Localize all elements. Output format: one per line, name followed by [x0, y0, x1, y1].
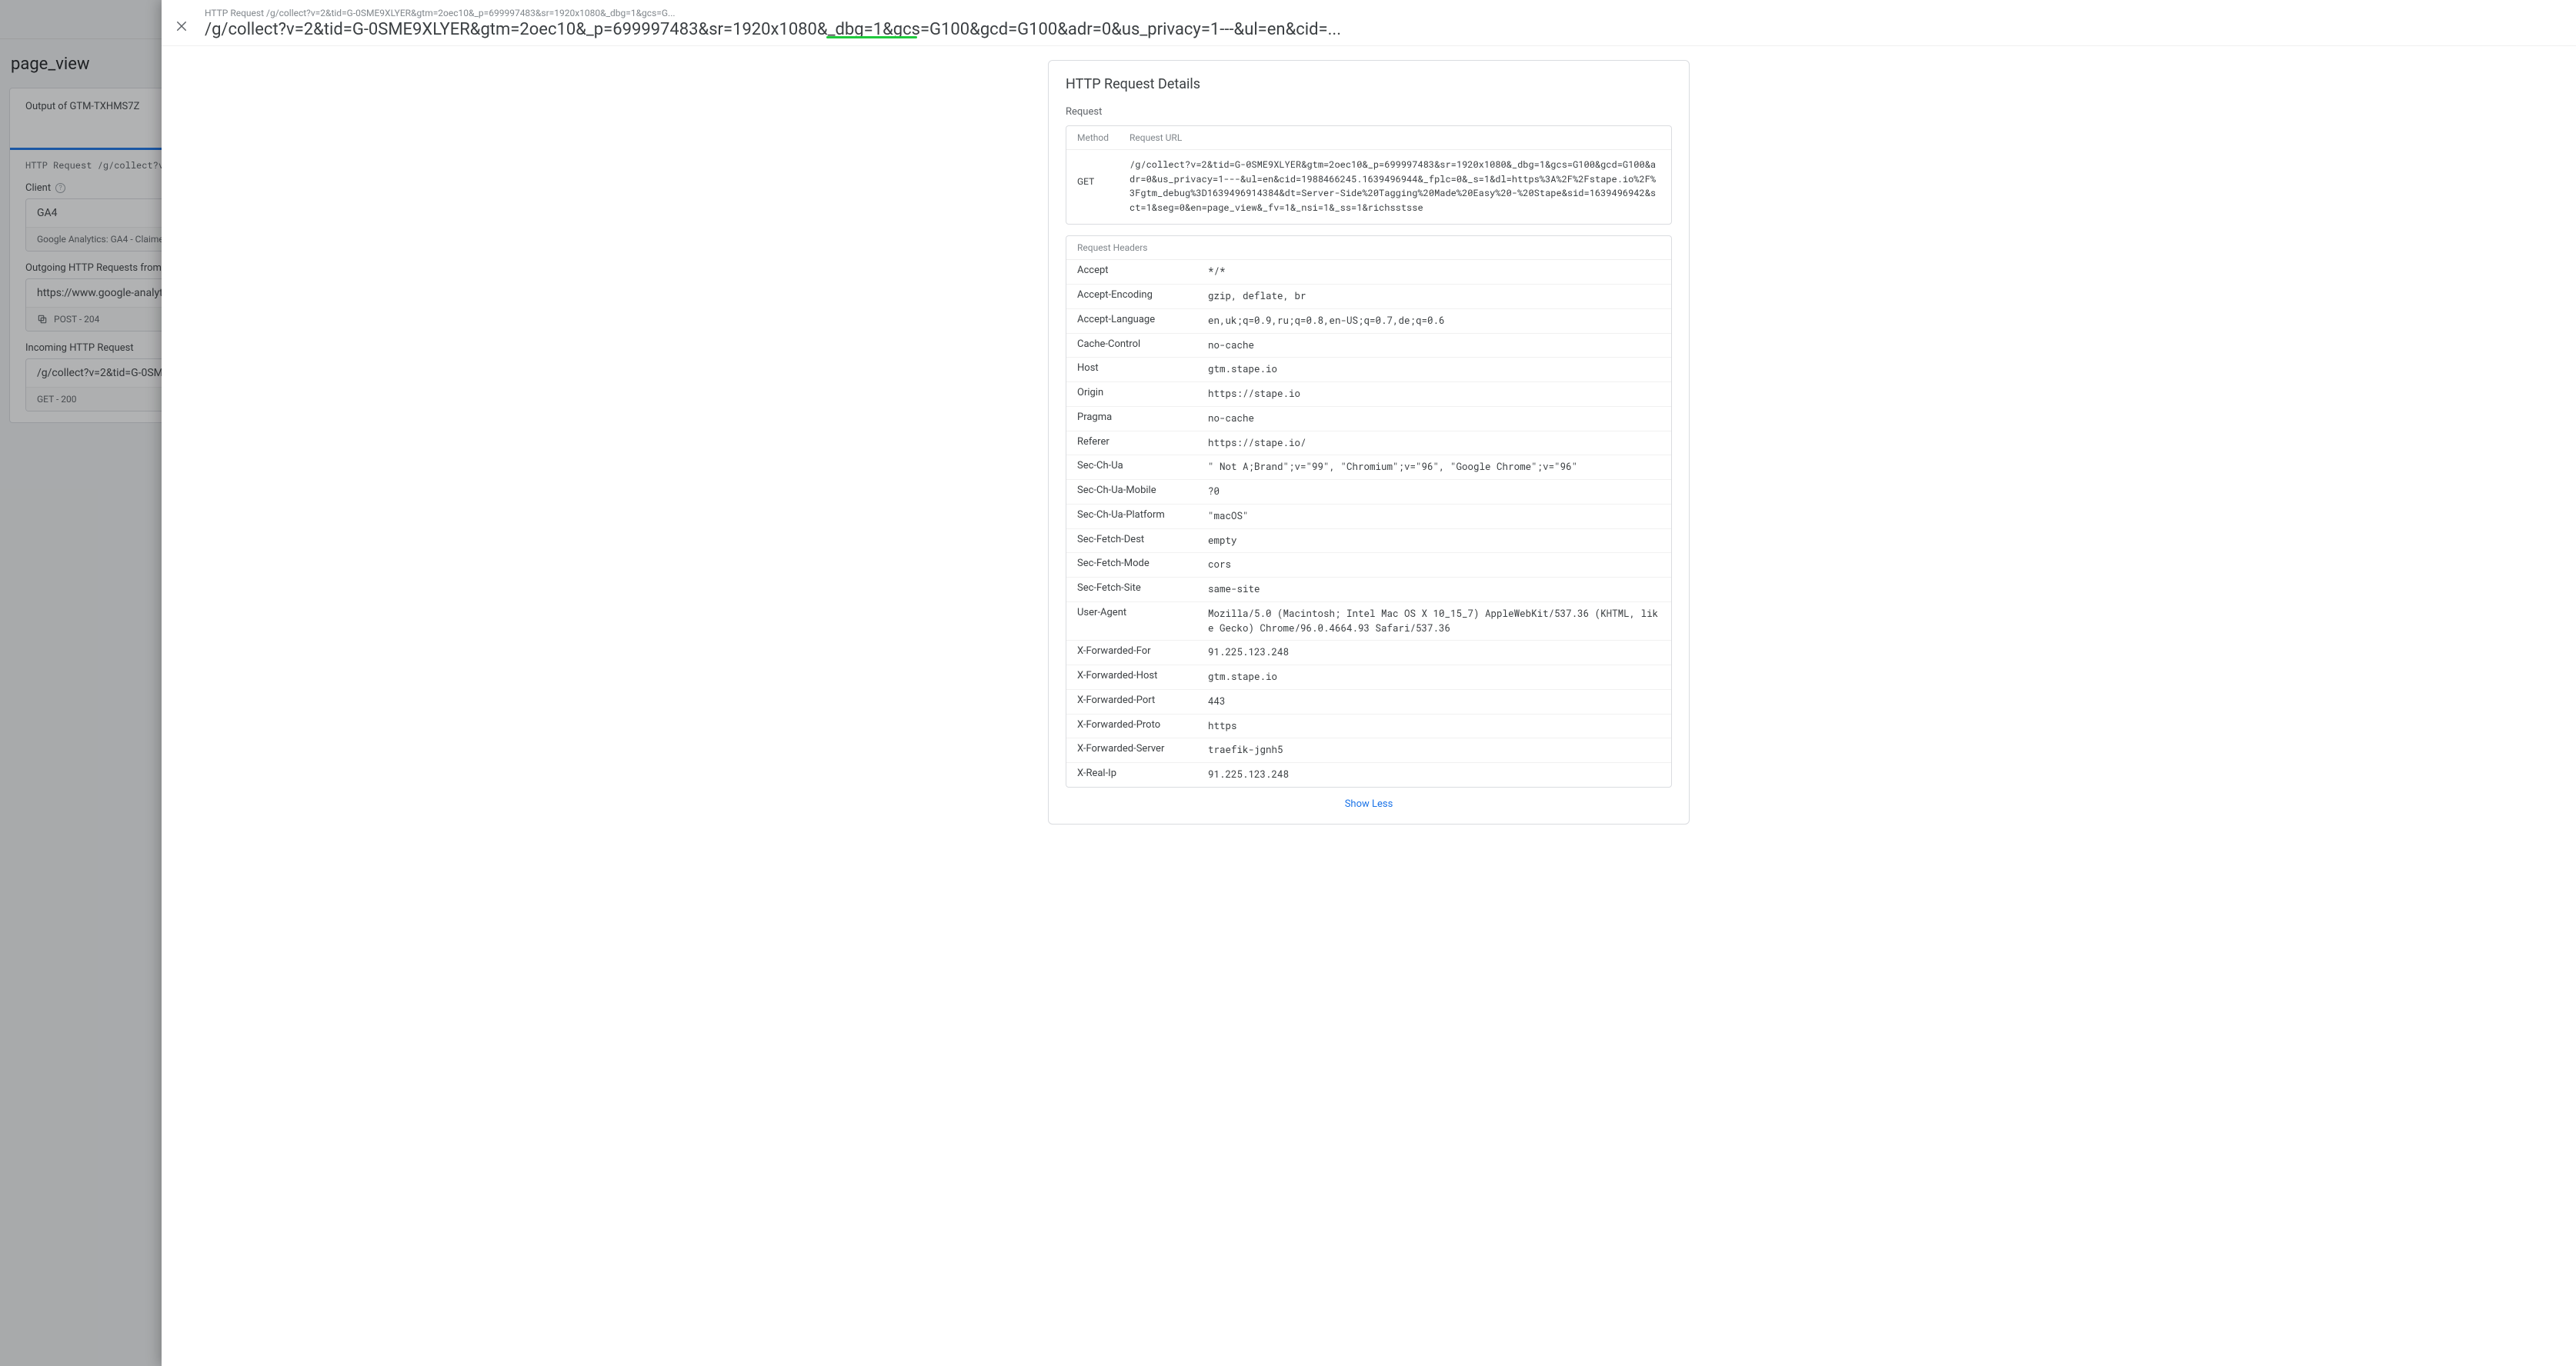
header-row: Accept*/* [1066, 260, 1671, 284]
header-key: Origin [1077, 387, 1208, 398]
header-value: Mozilla/5.0 (Macintosh; Intel Mac OS X 1… [1208, 607, 1660, 636]
header-value: "macOS" [1208, 509, 1660, 524]
header-row: Sec-Fetch-Destempty [1066, 528, 1671, 553]
header-row: X-Forwarded-Port443 [1066, 689, 1671, 714]
drawer-body: HTTP Request Details Request Method Requ… [162, 46, 2576, 1366]
header-key: X-Real-Ip [1077, 768, 1208, 779]
url-col-header: Request URL [1130, 132, 1182, 143]
header-value: cors [1208, 558, 1660, 572]
header-row: X-Real-Ip91.225.123.248 [1066, 762, 1671, 787]
request-headers-table: Request Headers Accept*/*Accept-Encoding… [1066, 235, 1672, 788]
request-details-drawer: HTTP Request /g/collect?v=2&tid=G-0SME9X… [162, 0, 2576, 1366]
header-value: gtm.stape.io [1208, 670, 1660, 685]
header-row: Cache-Controlno-cache [1066, 333, 1671, 358]
header-row: Sec-Ch-Ua" Not A;Brand";v="99", "Chromiu… [1066, 455, 1671, 479]
header-value: */* [1208, 265, 1660, 279]
header-value: 443 [1208, 695, 1660, 709]
header-key: Referer [1077, 436, 1208, 448]
header-row: X-Forwarded-For91.225.123.248 [1066, 640, 1671, 665]
header-value: ?0 [1208, 485, 1660, 499]
header-value: gtm.stape.io [1208, 362, 1660, 377]
header-key: Host [1077, 362, 1208, 374]
card-title: HTTP Request Details [1066, 76, 1672, 92]
header-key: Pragma [1077, 411, 1208, 423]
request-url: /g/collect?v=2&tid=G-0SME9XLYER&gtm=2oec… [1130, 158, 1660, 215]
header-key: Sec-Fetch-Dest [1077, 534, 1208, 545]
header-key: Accept-Encoding [1077, 289, 1208, 301]
header-key: X-Forwarded-Host [1077, 670, 1208, 681]
header-key: Sec-Ch-Ua [1077, 460, 1208, 471]
header-value: " Not A;Brand";v="99", "Chromium";v="96"… [1208, 460, 1660, 475]
highlight-underline [826, 36, 917, 38]
header-row: Pragmano-cache [1066, 406, 1671, 431]
header-row: Sec-Ch-Ua-Mobile?0 [1066, 479, 1671, 504]
header-key: X-Forwarded-Proto [1077, 719, 1208, 731]
header-row: Sec-Ch-Ua-Platform"macOS" [1066, 504, 1671, 528]
header-row: X-Forwarded-Hostgtm.stape.io [1066, 665, 1671, 689]
show-less-button[interactable]: Show Less [1345, 798, 1393, 810]
request-method: GET [1077, 158, 1116, 215]
close-icon [175, 19, 189, 33]
header-value: empty [1208, 534, 1660, 548]
header-row: Hostgtm.stape.io [1066, 357, 1671, 381]
header-value: 91.225.123.248 [1208, 768, 1660, 782]
header-key: Accept [1077, 265, 1208, 276]
header-value: no-cache [1208, 411, 1660, 426]
request-table: Method Request URL GET /g/collect?v=2&ti… [1066, 125, 1672, 225]
close-button[interactable] [171, 15, 192, 37]
header-key: Sec-Ch-Ua-Mobile [1077, 485, 1208, 496]
header-value: https://stape.io/ [1208, 436, 1660, 451]
drawer-title-text: /g/collect?v=2&tid=G-0SME9XLYER&gtm=2oec… [205, 20, 1341, 39]
header-row: Refererhttps://stape.io/ [1066, 431, 1671, 455]
header-key: Sec-Ch-Ua-Platform [1077, 509, 1208, 521]
header-row: Accept-Encodinggzip, deflate, br [1066, 284, 1671, 308]
header-row: Originhttps://stape.io [1066, 381, 1671, 406]
header-value: en,uk;q=0.9,ru;q=0.8,en-US;q=0.7,de;q=0.… [1208, 314, 1660, 328]
header-row: User-AgentMozilla/5.0 (Macintosh; Intel … [1066, 601, 1671, 641]
header-key: Sec-Fetch-Site [1077, 582, 1208, 594]
header-key: X-Forwarded-For [1077, 645, 1208, 657]
header-key: X-Forwarded-Port [1077, 695, 1208, 706]
header-value: https [1208, 719, 1660, 734]
drawer-header: HTTP Request /g/collect?v=2&tid=G-0SME9X… [162, 0, 2576, 46]
drawer-title: /g/collect?v=2&tid=G-0SME9XLYER&gtm=2oec… [205, 20, 2567, 39]
header-value: 91.225.123.248 [1208, 645, 1660, 660]
header-key: Sec-Fetch-Mode [1077, 558, 1208, 569]
header-value: gzip, deflate, br [1208, 289, 1660, 304]
method-col-header: Method [1077, 132, 1116, 143]
header-value: same-site [1208, 582, 1660, 597]
header-key: Accept-Language [1077, 314, 1208, 325]
headers-title: Request Headers [1066, 236, 1671, 260]
http-request-details-card: HTTP Request Details Request Method Requ… [1048, 60, 1690, 825]
header-key: User-Agent [1077, 607, 1208, 618]
header-row: Sec-Fetch-Sitesame-site [1066, 577, 1671, 601]
header-row: X-Forwarded-Servertraefik-jgnh5 [1066, 738, 1671, 762]
drawer-subtitle: HTTP Request /g/collect?v=2&tid=G-0SME9X… [205, 8, 2567, 18]
header-key: X-Forwarded-Server [1077, 743, 1208, 755]
header-row: X-Forwarded-Protohttps [1066, 714, 1671, 738]
header-row: Sec-Fetch-Modecors [1066, 552, 1671, 577]
header-key: Cache-Control [1077, 338, 1208, 350]
header-value: https://stape.io [1208, 387, 1660, 401]
request-subhead: Request [1066, 106, 1672, 118]
header-value: traefik-jgnh5 [1208, 743, 1660, 758]
header-value: no-cache [1208, 338, 1660, 353]
header-row: Accept-Languageen,uk;q=0.9,ru;q=0.8,en-U… [1066, 308, 1671, 333]
